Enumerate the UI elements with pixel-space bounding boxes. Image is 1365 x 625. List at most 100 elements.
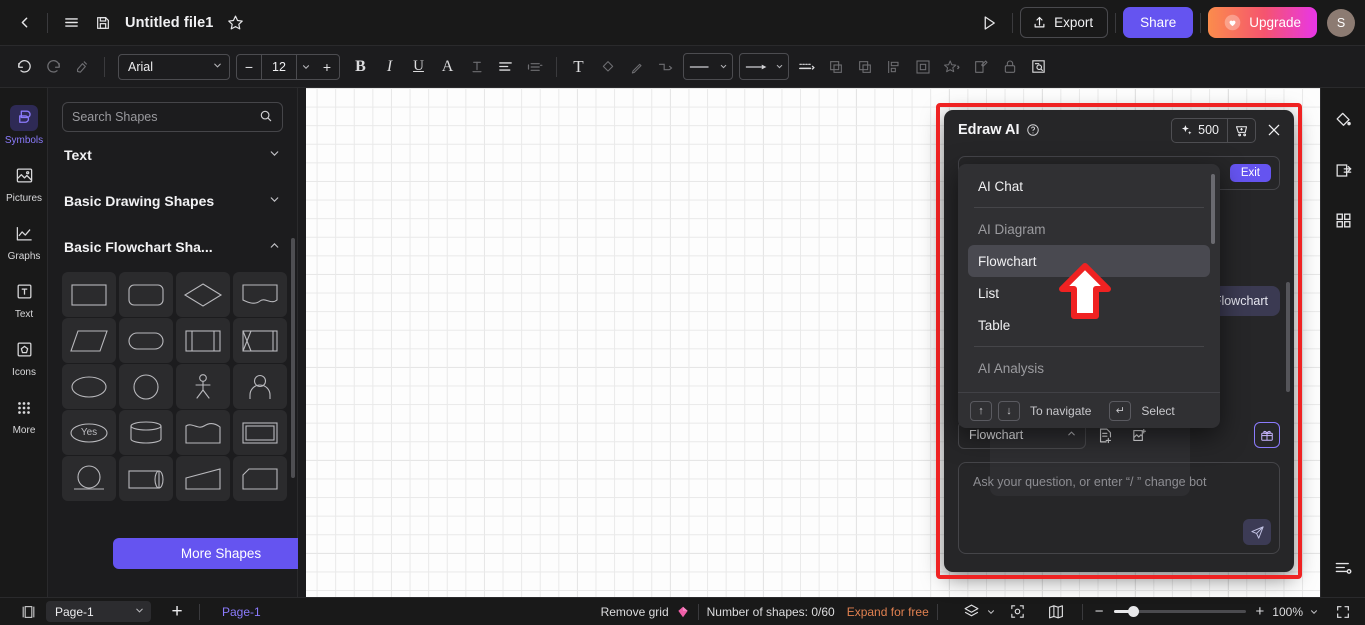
- panel-resize-icon[interactable]: [1321, 148, 1365, 192]
- group-objects-icon[interactable]: [908, 53, 937, 81]
- shape-cylinder[interactable]: [119, 410, 173, 455]
- add-page-button[interactable]: +: [163, 600, 191, 624]
- ai-chat-scrollbar[interactable]: [1286, 282, 1290, 392]
- align-left-icon[interactable]: [491, 53, 520, 81]
- search-icon[interactable]: [259, 109, 273, 126]
- shape-stadium[interactable]: [119, 318, 173, 363]
- font-color-button[interactable]: A: [433, 53, 462, 81]
- zoom-chevron-down-icon[interactable]: [1309, 607, 1319, 617]
- zoom-slider-handle[interactable]: [1127, 605, 1139, 617]
- dropdown-scrollbar[interactable]: [1211, 174, 1215, 244]
- more-shapes-button[interactable]: More Shapes: [113, 538, 329, 569]
- shape-predefined-process[interactable]: [176, 318, 230, 363]
- share-button[interactable]: Share: [1123, 7, 1194, 38]
- upgrade-button[interactable]: Upgrade: [1208, 7, 1317, 38]
- star-icon[interactable]: [219, 7, 251, 39]
- sidebar-item-pictures[interactable]: Pictures: [0, 154, 48, 212]
- font-size-decrease-button[interactable]: −: [237, 55, 261, 79]
- user-avatar[interactable]: S: [1327, 8, 1355, 37]
- shape-ellipse[interactable]: [62, 364, 116, 409]
- present-play-icon[interactable]: [973, 7, 1005, 39]
- sidebar-item-more[interactable]: More: [0, 386, 48, 444]
- zoom-slider[interactable]: [1113, 605, 1246, 617]
- text-clear-format-icon[interactable]: [462, 53, 491, 81]
- zoom-out-button[interactable]: −: [1095, 603, 1104, 620]
- fill-shape-icon[interactable]: [593, 53, 622, 81]
- shape-horizontal-cylinder[interactable]: [119, 456, 173, 501]
- dropdown-item-ai-chat[interactable]: AI Chat: [968, 170, 1210, 202]
- italic-button[interactable]: I: [375, 53, 404, 81]
- shape-yes-oval[interactable]: Yes: [62, 410, 116, 455]
- shape-actor-person[interactable]: [176, 364, 230, 409]
- zoom-in-button[interactable]: +: [1256, 603, 1265, 620]
- sidebar-item-text[interactable]: Text: [0, 270, 48, 328]
- section-basic-drawing-shapes[interactable]: Basic Drawing Shapes: [48, 178, 297, 224]
- sidebar-item-icons[interactable]: Icons: [0, 328, 48, 386]
- bold-button[interactable]: B: [346, 53, 375, 81]
- zoom-level-value[interactable]: 100%: [1272, 605, 1303, 619]
- save-floppy-disk-icon[interactable]: [87, 7, 119, 39]
- section-basic-flowchart-shapes[interactable]: Basic Flowchart Sha...: [48, 224, 297, 270]
- shape-manual-input[interactable]: [233, 456, 287, 501]
- shape-rectangle[interactable]: [62, 272, 116, 317]
- redo-icon[interactable]: [39, 53, 68, 81]
- font-size-dropdown-icon[interactable]: [297, 62, 315, 72]
- focus-target-icon[interactable]: [1004, 600, 1032, 624]
- shape-internal-storage[interactable]: [233, 318, 287, 363]
- layers-icon[interactable]: [958, 600, 986, 624]
- sidebar-item-graphs[interactable]: Graphs: [0, 212, 48, 270]
- shape-document[interactable]: [176, 410, 230, 455]
- section-text[interactable]: Text: [48, 132, 297, 178]
- connector-style-icon[interactable]: [651, 53, 680, 81]
- page-tab-page-1[interactable]: Page-1: [208, 605, 275, 619]
- arrow-style-select[interactable]: [739, 53, 789, 80]
- line-spacing-icon[interactable]: [520, 53, 549, 81]
- back-button[interactable]: [8, 7, 40, 39]
- find-replace-icon[interactable]: [1024, 53, 1053, 81]
- effects-star-icon[interactable]: [937, 53, 966, 81]
- shape-diamond[interactable]: [176, 272, 230, 317]
- shapes-panel-scrollbar[interactable]: [291, 238, 295, 478]
- shape-circle[interactable]: [119, 364, 173, 409]
- shape-wave-document[interactable]: [233, 272, 287, 317]
- shape-card[interactable]: [233, 410, 287, 455]
- font-family-select[interactable]: Arial: [118, 53, 230, 80]
- page-panel-icon[interactable]: [14, 600, 42, 624]
- shopping-cart-icon[interactable]: [1227, 118, 1255, 142]
- grid-apps-icon[interactable]: [1321, 198, 1365, 242]
- line-color-pen-icon[interactable]: [622, 53, 651, 81]
- send-to-back-icon[interactable]: [850, 53, 879, 81]
- question-circle-icon[interactable]: [1026, 123, 1040, 137]
- shape-circle-line[interactable]: [62, 456, 116, 501]
- export-button[interactable]: Export: [1020, 7, 1109, 38]
- underline-button[interactable]: U: [404, 53, 433, 81]
- search-shapes-input[interactable]: Search Shapes: [62, 102, 283, 132]
- paint-bucket-icon[interactable]: [1321, 98, 1365, 142]
- fullscreen-icon[interactable]: [1329, 600, 1357, 624]
- line-weight-icon[interactable]: [792, 53, 821, 81]
- align-objects-icon[interactable]: [879, 53, 908, 81]
- font-size-increase-button[interactable]: +: [315, 55, 339, 79]
- shape-user-head[interactable]: [233, 364, 287, 409]
- page-select[interactable]: Page-1: [46, 601, 151, 622]
- settings-sliders-icon[interactable]: [1321, 545, 1365, 589]
- shape-rounded-rectangle[interactable]: [119, 272, 173, 317]
- bring-to-front-icon[interactable]: [821, 53, 850, 81]
- line-style-select[interactable]: [683, 53, 733, 80]
- undo-icon[interactable]: [10, 53, 39, 81]
- send-paper-plane-icon[interactable]: [1243, 519, 1271, 545]
- close-x-icon[interactable]: [1266, 122, 1282, 138]
- shape-parallelogram[interactable]: [62, 318, 116, 363]
- remove-grid-label[interactable]: Remove grid: [601, 605, 669, 619]
- exit-mode-button[interactable]: Exit: [1229, 164, 1271, 182]
- hamburger-menu-button[interactable]: [55, 7, 87, 39]
- shape-trapezoid-slope[interactable]: [176, 456, 230, 501]
- text-box-icon[interactable]: T: [564, 53, 593, 81]
- edit-note-icon[interactable]: [966, 53, 995, 81]
- gift-icon[interactable]: [1254, 422, 1280, 448]
- expand-for-free-link[interactable]: Expand for free: [847, 605, 929, 619]
- lock-icon[interactable]: [995, 53, 1024, 81]
- format-painter-icon[interactable]: [68, 53, 97, 81]
- ai-prompt-input[interactable]: Ask your question, or enter “/ ” change …: [958, 462, 1280, 554]
- font-size-value[interactable]: 12: [261, 54, 297, 79]
